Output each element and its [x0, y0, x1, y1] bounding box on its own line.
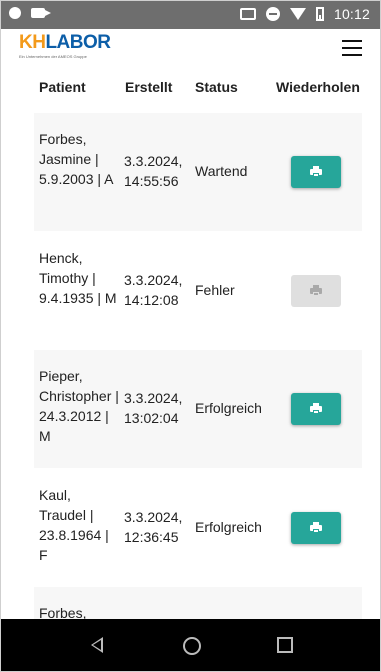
logo-subtitle: Ein Unternehmen der AMEOS Gruppe [19, 54, 87, 59]
cast-icon [239, 8, 256, 20]
table-row: Pieper, Christopher | 24.3.2012 | M 3.3.… [34, 350, 362, 468]
print-button[interactable] [291, 156, 341, 188]
printer-icon [310, 285, 322, 297]
patient-cell: Forbes, [39, 605, 87, 619]
home-icon[interactable] [183, 637, 201, 655]
created-cell: 3.3.2024, 13:02:04 [124, 390, 183, 426]
app-header: KHLABOR Ein Unternehmen der AMEOS Gruppe [1, 29, 380, 73]
battery-icon [315, 7, 324, 21]
print-button-disabled [291, 275, 341, 307]
created-cell: 3.3.2024, 14:12:08 [124, 272, 183, 308]
created-cell: 3.3.2024, 14:55:56 [124, 153, 183, 189]
status-time: 10:12 [333, 6, 370, 22]
back-icon[interactable] [91, 637, 103, 653]
status-cell: Erfolgreich [195, 519, 262, 535]
printer-icon [310, 166, 322, 178]
table-row: Henck, Timothy | 9.4.1935 | M 3.3.2024, … [34, 232, 362, 350]
patient-cell: Kaul, Traudel | 23.8.1964 | F [39, 487, 109, 563]
khlabor-logo[interactable]: KHLABOR Ein Unternehmen der AMEOS Gruppe [19, 32, 111, 60]
header-created: Erstellt [125, 79, 173, 95]
header-patient: Patient [39, 79, 86, 95]
created-cell: 3.3.2024, 12:36:45 [124, 509, 183, 545]
status-cell: Fehler [195, 282, 235, 298]
wifi-icon [289, 8, 306, 20]
android-nav-bar [1, 619, 380, 671]
header-status: Status [195, 79, 238, 95]
patient-cell: Henck, Timothy | 9.4.1935 | M [39, 250, 117, 306]
table-row: Forbes, [34, 587, 362, 619]
recent-apps-icon[interactable] [277, 637, 293, 653]
logo-labor-text: LABOR [45, 32, 111, 53]
patient-cell: Forbes, Jasmine | 5.9.2003 | A [39, 131, 114, 187]
status-cell: Wartend [195, 163, 248, 179]
camera-icon [31, 8, 51, 18]
hamburger-menu-icon[interactable] [342, 40, 362, 56]
logo-kh-text: KH [19, 32, 46, 53]
notification-dot-icon [9, 7, 21, 19]
print-button[interactable] [291, 512, 341, 544]
table-row: Kaul, Traudel | 23.8.1964 | F 3.3.2024, … [34, 469, 362, 587]
header-repeat: Wiederholen [276, 79, 360, 95]
printer-icon [310, 522, 322, 534]
status-bar: 10:12 [1, 1, 380, 29]
do-not-disturb-icon [265, 7, 280, 21]
print-button[interactable] [291, 393, 341, 425]
table-row: Forbes, Jasmine | 5.9.2003 | A 3.3.2024,… [34, 113, 362, 231]
table-header: Patient Erstellt Status Wiederholen [1, 73, 380, 105]
status-cell: Erfolgreich [195, 400, 262, 416]
patient-cell: Pieper, Christopher | 24.3.2012 | M [39, 368, 119, 444]
phone-screen: 10:12 KHLABOR Ein Unternehmen der AMEOS … [0, 0, 381, 672]
printer-icon [310, 403, 322, 415]
